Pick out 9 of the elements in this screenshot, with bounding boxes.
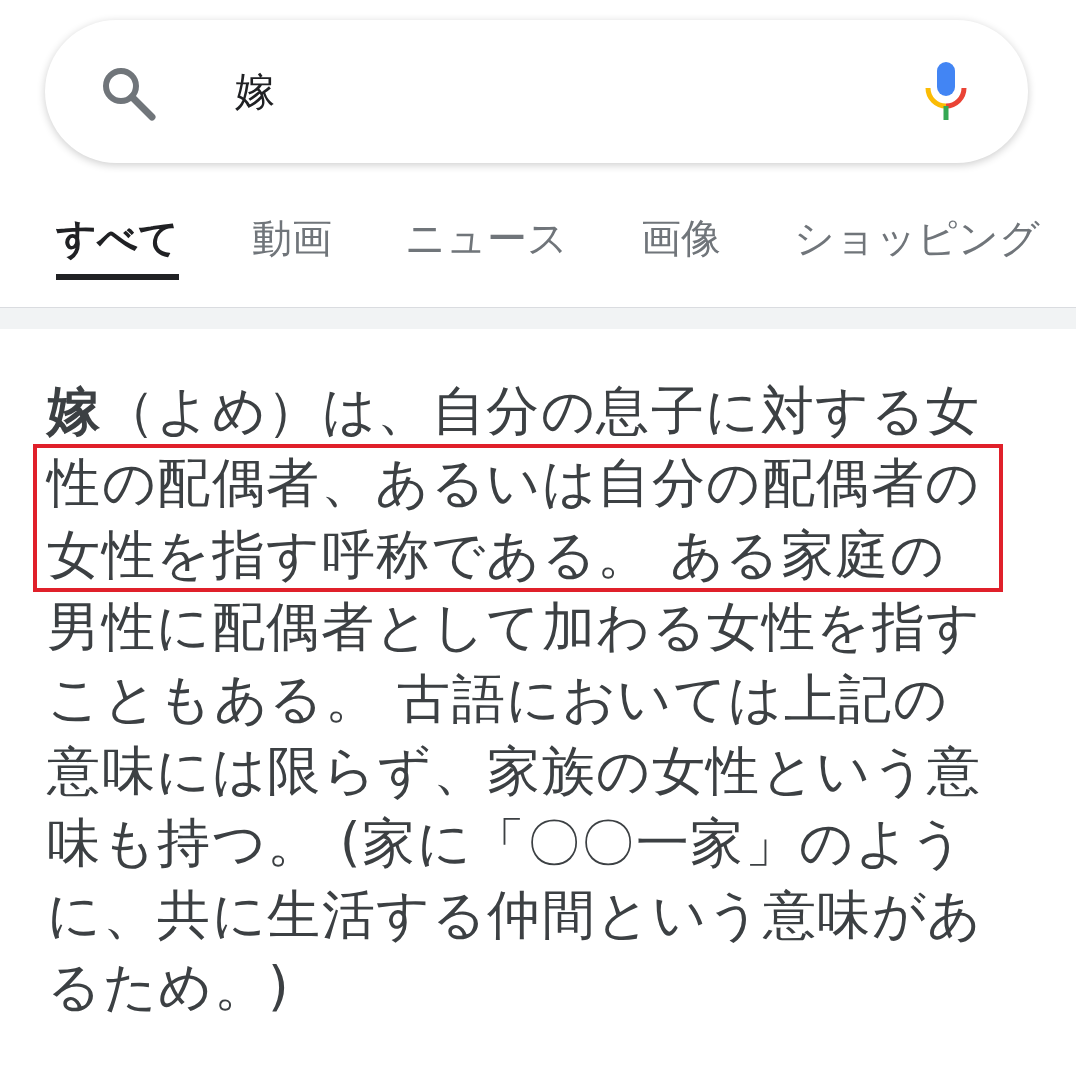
search-query: 嫁 (235, 67, 276, 116)
tab[interactable]: すべて (56, 202, 179, 280)
tab[interactable]: 動画 (252, 202, 332, 280)
result-paragraph: 嫁（よめ）は、自分の息子に対する女性の配偶者、あるいは自分の配偶者の女性を指す呼称である。 ある家庭の男性に配偶者として加わる女性を指すこともある。 古語においては上記の意味には限らず、家族の女性という意味も持つ。 (家に「〇〇一家」のように、共に生活する仲間という意味があるため。) (47, 379, 984, 1019)
search-field[interactable]: 嫁 (45, 20, 1028, 163)
tab[interactable]: ニュース (405, 202, 568, 280)
microphone-icon[interactable] (924, 61, 968, 122)
tab[interactable]: 画像 (641, 202, 721, 280)
tab[interactable]: ショッピング (794, 202, 1040, 280)
